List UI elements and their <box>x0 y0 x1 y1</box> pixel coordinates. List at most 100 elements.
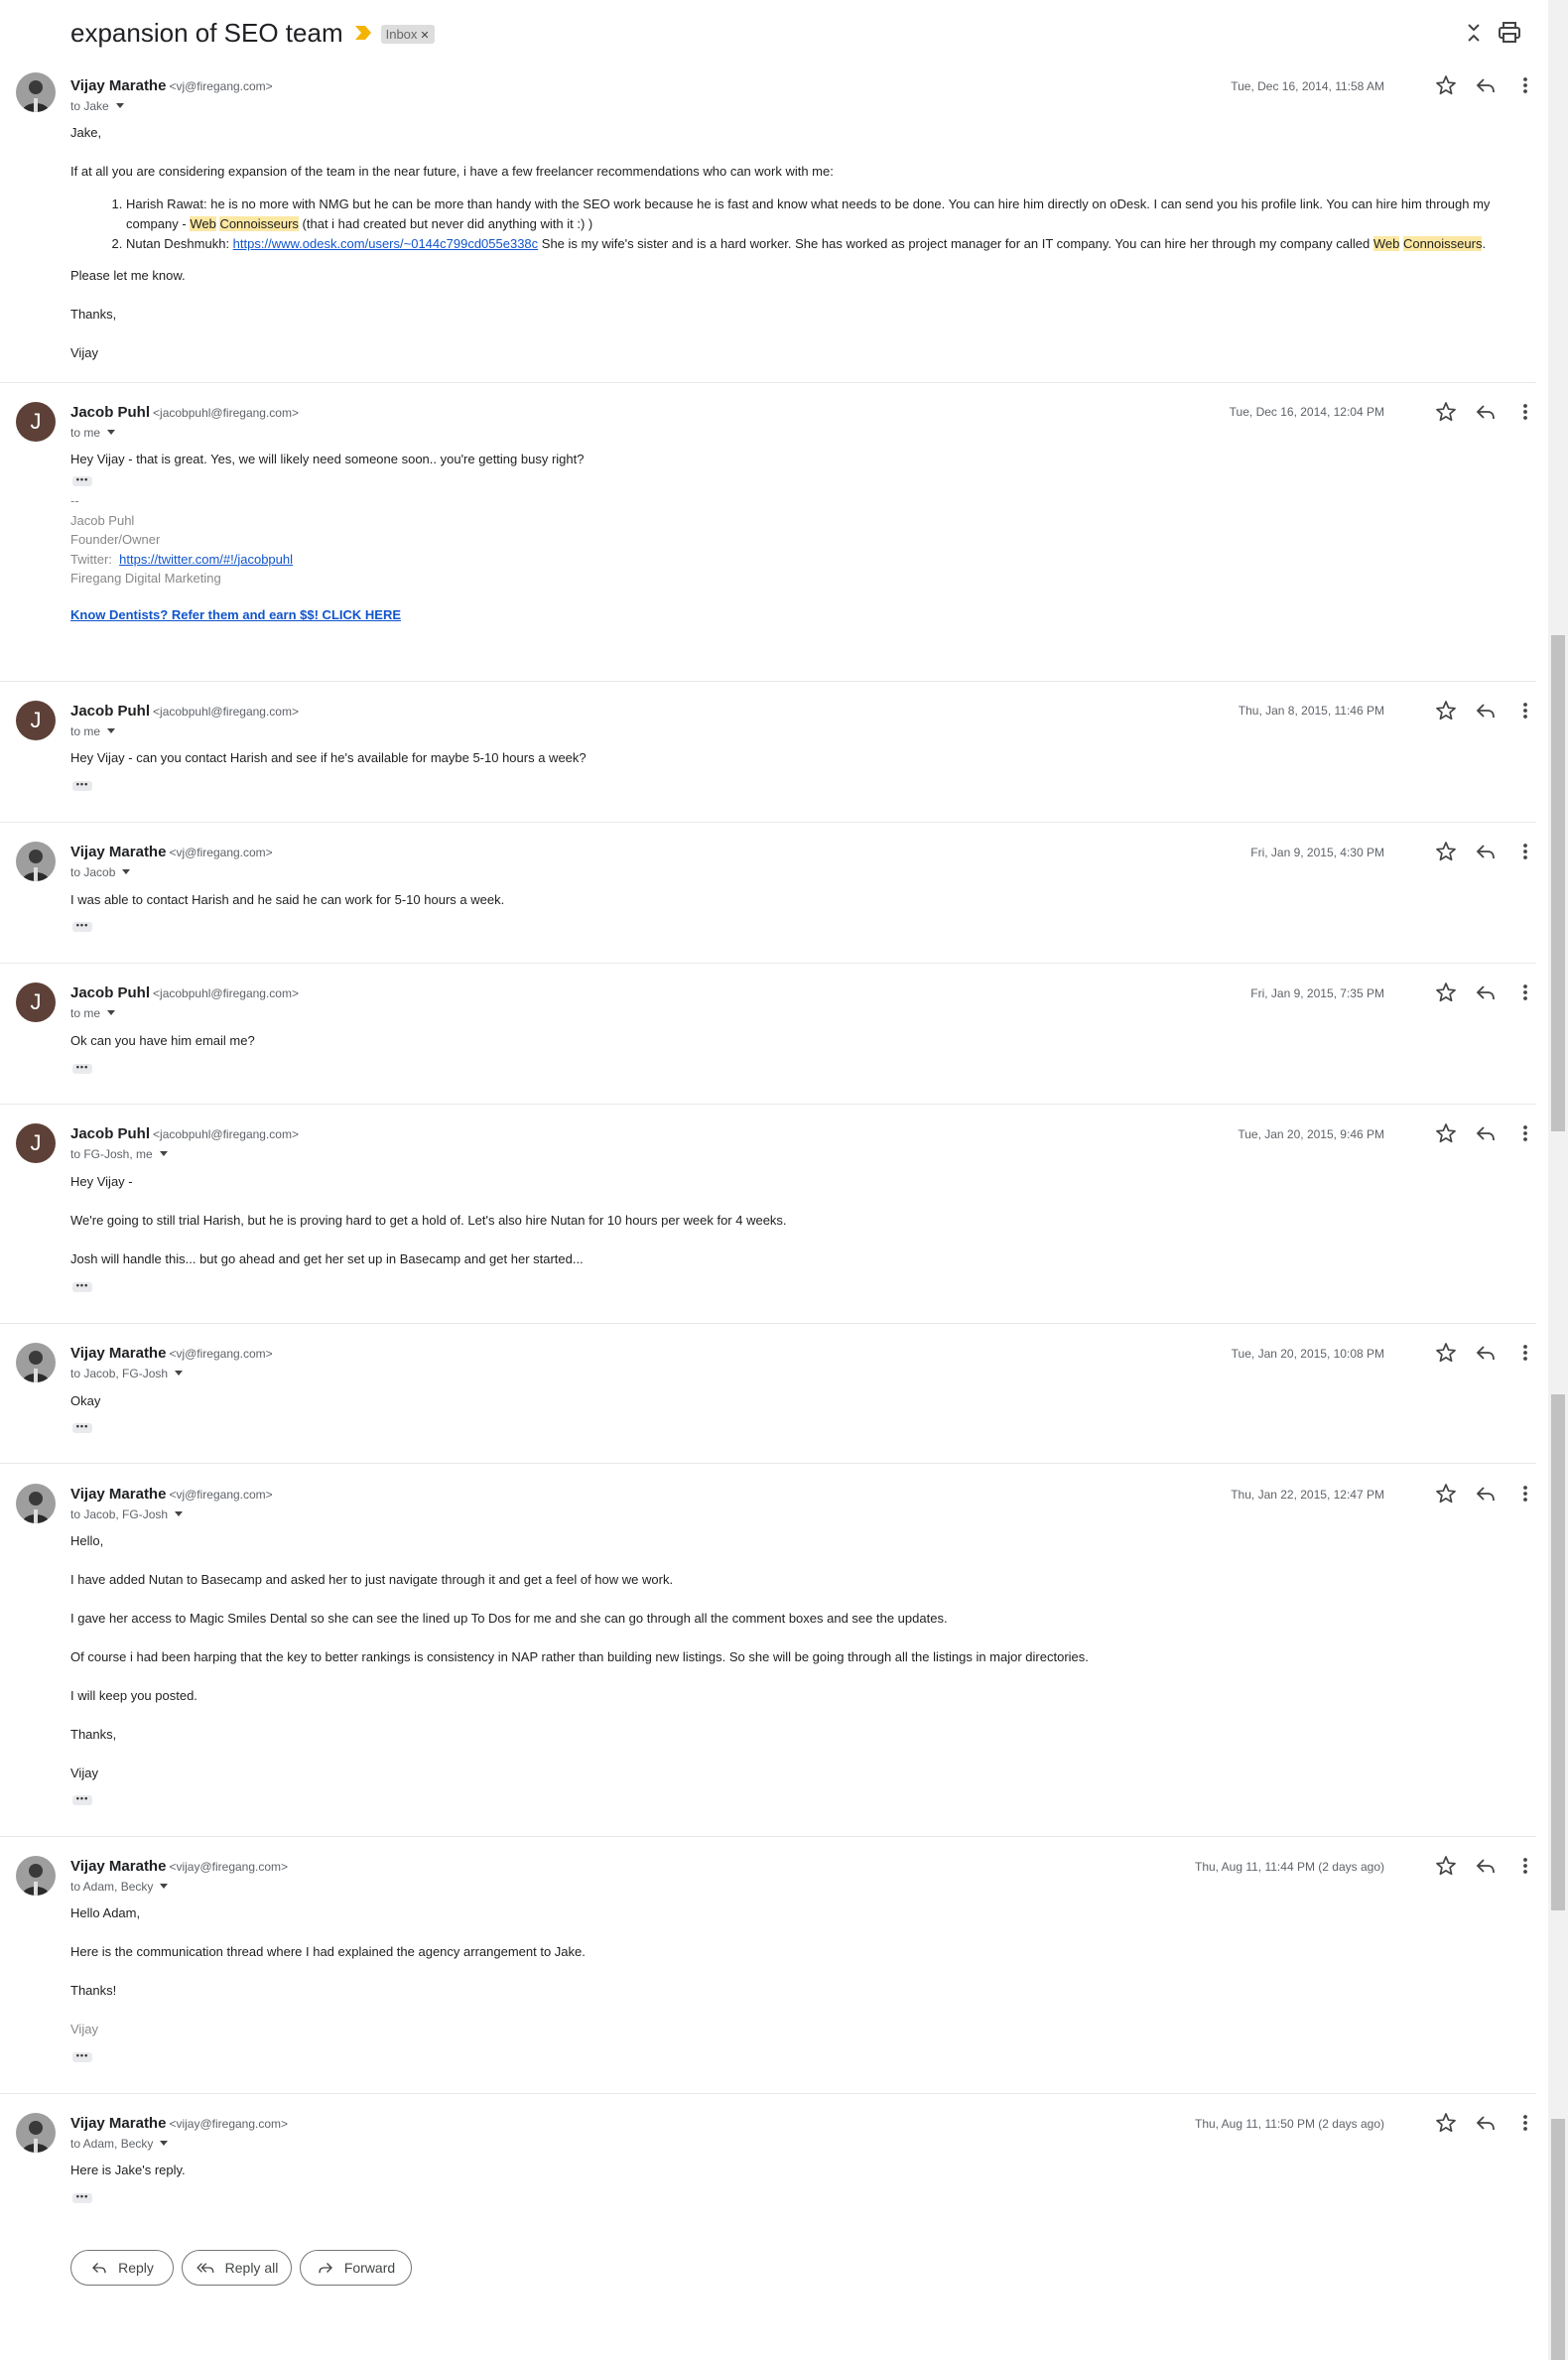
reply-icon[interactable] <box>1474 699 1498 722</box>
sig-name: Jacob Puhl <box>70 512 135 528</box>
body-line: Here is Jake's reply. <box>70 2163 186 2177</box>
sender-email: <vj@firegang.com> <box>169 846 273 859</box>
show-trimmed-content-icon[interactable]: ••• <box>72 780 92 791</box>
sender-email: <vijay@firegang.com> <box>169 2117 289 2131</box>
sig-company: Firegang Digital Marketing <box>70 571 221 586</box>
message-body: Here is Jake's reply. <box>70 2161 1509 2199</box>
more-vert-icon[interactable] <box>1513 2111 1537 2135</box>
scrollbar-track[interactable] <box>1548 0 1568 2360</box>
star-icon[interactable] <box>1434 1482 1458 1506</box>
show-trimmed-content-icon[interactable]: ••• <box>72 2051 92 2062</box>
star-icon[interactable] <box>1434 1341 1458 1365</box>
show-trimmed-content-icon[interactable]: ••• <box>72 1063 92 1074</box>
sender-name: Vijay Marathe <vj@firegang.com> <box>70 77 273 94</box>
recipients-toggle[interactable]: to me <box>70 724 116 738</box>
more-vert-icon[interactable] <box>1513 1341 1537 1365</box>
avatar: J <box>16 402 56 442</box>
show-trimmed-content-icon[interactable]: ••• <box>72 1794 92 1805</box>
recipients-toggle[interactable]: to Jacob, FG-Josh <box>70 1367 184 1380</box>
more-vert-icon[interactable] <box>1513 1854 1537 1878</box>
more-vert-icon[interactable] <box>1513 1121 1537 1145</box>
recipients-toggle[interactable]: to Jacob, FG-Josh <box>70 1508 184 1521</box>
star-icon[interactable] <box>1434 1854 1458 1878</box>
more-vert-icon[interactable] <box>1513 981 1537 1004</box>
importance-marker-icon[interactable] <box>354 26 371 40</box>
more-vert-icon[interactable] <box>1513 699 1537 722</box>
message-body: Hey Vijay - that is great. Yes, we will … <box>70 450 1509 488</box>
star-icon[interactable] <box>1434 400 1458 424</box>
reply-icon[interactable] <box>1474 400 1498 424</box>
forward-button[interactable]: Forward <box>300 2250 412 2286</box>
reply-icon[interactable] <box>1474 73 1498 97</box>
show-trimmed-content-icon[interactable]: ••• <box>72 921 92 932</box>
message-date: Thu, Aug 11, 11:50 PM (2 days ago) <box>1194 2117 1384 2131</box>
recipients-toggle[interactable]: to me <box>70 1006 116 1020</box>
scrollbar-thumb[interactable] <box>1551 1394 1565 1910</box>
message-divider <box>0 1463 1536 1464</box>
body-line: I have added Nutan to Basecamp and asked… <box>70 1572 674 1587</box>
promo-link[interactable]: Know Dentists? Refer them and earn $$! C… <box>70 607 401 622</box>
reply-icon[interactable] <box>1474 981 1498 1004</box>
remove-label-icon[interactable]: ✕ <box>420 30 429 42</box>
message-body: Ok can you have him email me? <box>70 1031 1509 1070</box>
star-icon[interactable] <box>1434 1121 1458 1145</box>
chevron-down-icon <box>159 1151 168 1156</box>
avatar <box>16 842 56 881</box>
body-line: Hello, <box>70 1533 104 1548</box>
sender-name: Jacob Puhl <jacobpuhl@firegang.com> <box>70 984 299 1001</box>
chevron-down-icon <box>160 1884 169 1889</box>
star-icon[interactable] <box>1434 981 1458 1004</box>
avatar <box>16 1856 56 1896</box>
scrollbar-thumb[interactable] <box>1551 2119 1565 2360</box>
recipients-toggle[interactable]: to Adam, Becky <box>70 1880 169 1894</box>
sender-email: <vj@firegang.com> <box>169 79 273 93</box>
message-body: Hey Vijay - can you contact Harish and s… <box>70 748 1509 787</box>
reply-button[interactable]: Reply <box>70 2250 174 2286</box>
more-vert-icon[interactable] <box>1513 1482 1537 1506</box>
collapse-all-icon[interactable] <box>1461 20 1487 46</box>
show-trimmed-content-icon[interactable]: ••• <box>72 1422 92 1433</box>
reply-icon[interactable] <box>1474 1854 1498 1878</box>
message-date: Tue, Jan 20, 2015, 10:08 PM <box>1231 1347 1384 1361</box>
show-trimmed-content-icon[interactable]: ••• <box>72 475 92 486</box>
message-body: Hey Vijay - We're going to still trial H… <box>70 1172 1509 1288</box>
recipients-toggle[interactable]: to me <box>70 426 116 440</box>
more-vert-icon[interactable] <box>1513 73 1537 97</box>
recipients-toggle[interactable]: to Jacob <box>70 865 131 879</box>
print-icon[interactable] <box>1497 20 1522 46</box>
chevron-down-icon <box>107 1010 116 1015</box>
reply-icon[interactable] <box>1474 1121 1498 1145</box>
message-body: Okay <box>70 1391 1509 1430</box>
twitter-link[interactable]: https://twitter.com/#!/jacobpuhl <box>119 552 293 567</box>
promo-line: Know Dentists? Refer them and earn $$! C… <box>70 605 1509 624</box>
body-line: Okay <box>70 1393 101 1408</box>
star-icon[interactable] <box>1434 699 1458 722</box>
sender-email: <jacobpuhl@firegang.com> <box>153 705 299 719</box>
sender-name: Jacob Puhl <jacobpuhl@firegang.com> <box>70 703 299 720</box>
sender-email: <jacobpuhl@firegang.com> <box>153 986 299 1000</box>
sig-title: Founder/Owner <box>70 532 161 547</box>
scrollbar-thumb[interactable] <box>1551 635 1565 1131</box>
avatar <box>16 72 56 112</box>
more-vert-icon[interactable] <box>1513 840 1537 863</box>
star-icon[interactable] <box>1434 73 1458 97</box>
chevron-down-icon <box>107 728 116 733</box>
reply-all-button[interactable]: Reply all <box>182 2250 292 2286</box>
star-icon[interactable] <box>1434 840 1458 863</box>
search-highlight: Web <box>1372 236 1400 251</box>
show-trimmed-content-icon[interactable]: ••• <box>72 2192 92 2203</box>
body-line: Hey Vijay - <box>70 1174 133 1189</box>
reply-icon[interactable] <box>1474 1341 1498 1365</box>
recipients-toggle[interactable]: to FG-Josh, me <box>70 1147 168 1161</box>
star-icon[interactable] <box>1434 2111 1458 2135</box>
recipients-toggle[interactable]: to Adam, Becky <box>70 2137 169 2151</box>
show-trimmed-content-icon[interactable]: ••• <box>72 1281 92 1292</box>
odesk-profile-link[interactable]: https://www.odesk.com/users/~0144c799cd0… <box>233 236 539 251</box>
message-date: Tue, Dec 16, 2014, 11:58 AM <box>1231 79 1384 93</box>
more-vert-icon[interactable] <box>1513 400 1537 424</box>
recipients-toggle[interactable]: to Jake <box>70 99 124 113</box>
reply-icon[interactable] <box>1474 840 1498 863</box>
reply-icon[interactable] <box>1474 2111 1498 2135</box>
reply-icon[interactable] <box>1474 1482 1498 1506</box>
body-line: Here is the communication thread where I… <box>70 1944 586 1959</box>
